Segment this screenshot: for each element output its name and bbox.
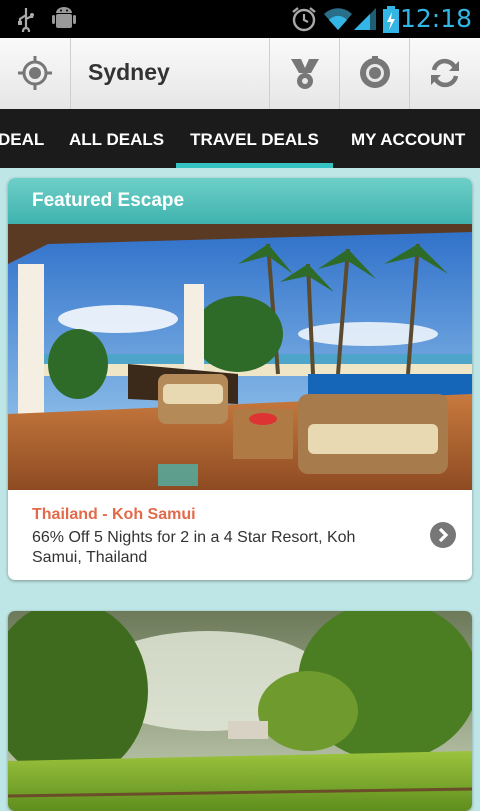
deal-description: 66% Off 5 Nights for 2 in a 4 Star Resor… [32, 529, 356, 566]
refresh-button[interactable] [409, 38, 480, 109]
countryside-photo [8, 611, 472, 811]
usb-icon [14, 6, 38, 37]
deal-info[interactable]: Thailand - Koh Samui 66% Off 5 Nights fo… [8, 490, 472, 580]
tab-travel-deals[interactable]: TRAVEL DEALS [176, 109, 333, 168]
medal-icon [291, 59, 319, 89]
tab-deal[interactable]: DEAL [0, 109, 44, 168]
battery-charging-icon [382, 6, 400, 39]
tab-my-account[interactable]: MY ACCOUNT [351, 109, 465, 168]
status-bar: 12:18 [0, 0, 480, 38]
tab-bar: DEAL ALL DEALS TRAVEL DEALS MY ACCOUNT [0, 109, 480, 168]
featured-deal-card[interactable]: Featured Escape Thailand - Koh Samui 66%… [8, 178, 472, 580]
refresh-icon [431, 58, 459, 88]
deal-card[interactable] [8, 611, 472, 811]
locate-button[interactable] [0, 38, 71, 109]
featured-header: Featured Escape [8, 178, 472, 224]
settings-button[interactable] [339, 38, 410, 109]
city-name[interactable]: Sydney [88, 59, 170, 86]
android-icon [52, 6, 76, 37]
clock: 12:18 [399, 4, 472, 33]
wifi-icon [323, 6, 353, 37]
gear-icon [360, 56, 390, 88]
location-target-icon [18, 56, 52, 90]
signal-strength-icon [352, 6, 378, 37]
resort-photo [8, 224, 472, 490]
deal-destination: Thailand - Koh Samui [32, 506, 196, 523]
tab-all-deals[interactable]: ALL DEALS [69, 109, 164, 168]
alarm-clock-icon [290, 6, 318, 37]
action-bar: Sydney [0, 38, 480, 110]
rewards-button[interactable] [269, 38, 340, 109]
chevron-right-icon[interactable] [429, 521, 457, 554]
